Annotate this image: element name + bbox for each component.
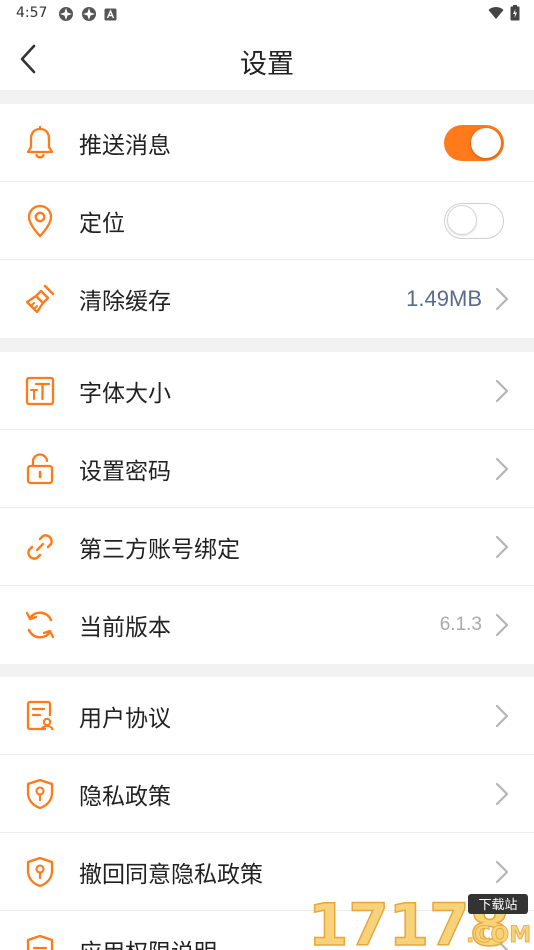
- broom-icon: [22, 281, 58, 317]
- shield-lock-icon: [22, 854, 58, 890]
- toggle-knob: [446, 205, 477, 235]
- refresh-icon: [22, 607, 58, 643]
- app-header: 设置: [0, 28, 534, 90]
- location-row[interactable]: 定位: [0, 182, 534, 260]
- row-label: 定位: [79, 210, 125, 237]
- push-notification-toggle[interactable]: [444, 124, 504, 161]
- row-label: 撤回同意隐私政策: [79, 861, 263, 888]
- privacy-policy-row[interactable]: 隐私政策: [0, 755, 534, 833]
- row-label: 当前版本: [79, 615, 171, 641]
- row-label: 用户协议: [79, 705, 171, 732]
- app-permissions-row[interactable]: 应用权限说明: [0, 911, 534, 950]
- third-party-account-row[interactable]: 第三方账号绑定: [0, 508, 534, 586]
- chevron-right-icon: [495, 782, 509, 805]
- row-label: 设置密码: [79, 458, 171, 485]
- chevron-right-icon: [495, 287, 509, 311]
- chevron-right-icon: [495, 613, 509, 637]
- toggle-knob: [471, 127, 501, 158]
- location-pin-icon: [22, 203, 58, 239]
- notification-app-icon: [82, 7, 96, 21]
- row-label: 第三方账号绑定: [79, 536, 240, 563]
- chevron-right-icon: [495, 535, 509, 558]
- status-bar: 4:57: [0, 0, 534, 28]
- notification-app-icon: [59, 7, 73, 21]
- set-password-row[interactable]: 设置密码: [0, 430, 534, 508]
- battery-icon: [510, 5, 520, 21]
- notification-a-icon: [104, 8, 117, 20]
- chevron-right-icon: [495, 938, 509, 950]
- system-icons: [488, 5, 520, 21]
- row-label: 隐私政策: [79, 783, 171, 810]
- cache-size-value: 1.49MB: [406, 286, 482, 311]
- current-version-row[interactable]: 当前版本 6.1.3: [0, 586, 534, 664]
- bell-icon: [22, 125, 58, 161]
- font-size-icon: [22, 373, 58, 409]
- user-agreement-row[interactable]: 用户协议: [0, 677, 534, 755]
- settings-section-2: 字体大小 设置密码 第三方账号绑定 当前版本 6.1.3: [0, 352, 534, 664]
- notification-icons: [58, 6, 117, 22]
- chevron-right-icon: [495, 860, 509, 883]
- chevron-right-icon: [495, 379, 509, 402]
- settings-section-1: 推送消息 定位 清除缓存 1.49MB: [0, 104, 534, 338]
- document-user-icon: [22, 698, 58, 734]
- chevron-right-icon: [495, 457, 509, 480]
- push-notification-row[interactable]: 推送消息: [0, 104, 534, 182]
- font-size-row[interactable]: 字体大小: [0, 352, 534, 430]
- link-icon: [22, 529, 58, 565]
- wifi-icon: [488, 7, 504, 20]
- page-title: 设置: [240, 49, 294, 80]
- row-label: 清除缓存: [79, 289, 171, 315]
- withdraw-privacy-consent-row[interactable]: 撤回同意隐私政策: [0, 833, 534, 911]
- clear-cache-row[interactable]: 清除缓存 1.49MB: [0, 260, 534, 338]
- row-label: 应用权限说明: [79, 933, 217, 950]
- shield-lock-icon: [22, 776, 58, 812]
- row-label: 推送消息: [79, 132, 171, 159]
- unlock-icon: [22, 451, 58, 487]
- status-time: 4:57: [16, 5, 48, 21]
- settings-section-3: 用户协议 隐私政策 撤回同意隐私政策 应用权限说明: [0, 677, 534, 950]
- version-value: 6.1.3: [439, 614, 482, 635]
- row-label: 字体大小: [79, 380, 171, 407]
- chevron-right-icon: [495, 704, 509, 727]
- permission-icon: [22, 932, 58, 950]
- location-toggle[interactable]: [444, 202, 504, 239]
